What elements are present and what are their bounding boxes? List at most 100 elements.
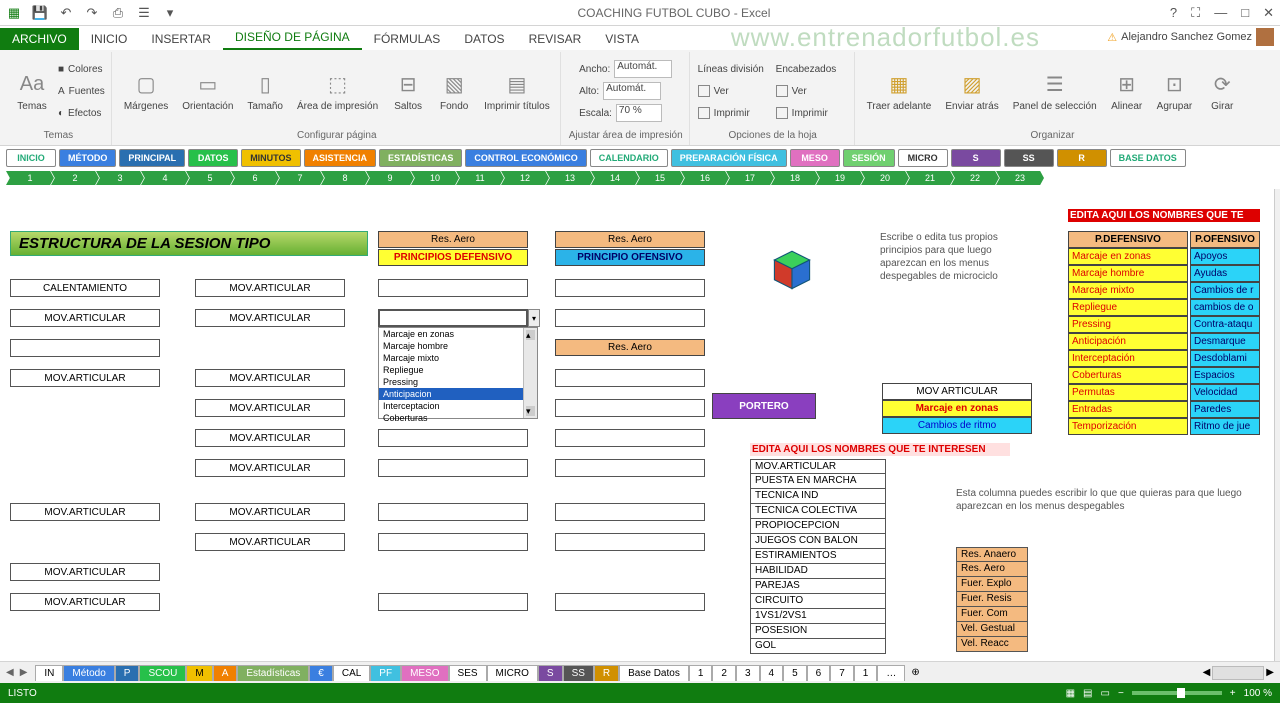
- save-icon[interactable]: 💾: [32, 5, 48, 21]
- sheet-tab[interactable]: IN: [35, 665, 63, 681]
- mov-articular-cell[interactable]: MOV.ARTICULAR: [10, 309, 160, 327]
- sheet-tab[interactable]: 1: [854, 665, 878, 681]
- yellow-cell[interactable]: [378, 503, 528, 521]
- app-tab[interactable]: CALENDARIO: [590, 149, 668, 167]
- mov-articular-cell[interactable]: MOV.ARTICULAR: [10, 369, 160, 387]
- num-cell[interactable]: 19: [816, 171, 864, 185]
- headings-print-check[interactable]: Imprimir: [776, 103, 848, 123]
- zoom-slider[interactable]: [1132, 691, 1222, 695]
- redo-icon[interactable]: ↷: [84, 5, 100, 21]
- cyan-cell[interactable]: [555, 533, 705, 551]
- mov-articular-cell[interactable]: MOV.ARTICULAR: [195, 399, 345, 417]
- qat-dropdown-icon[interactable]: ▾: [162, 5, 178, 21]
- app-tab[interactable]: S: [951, 149, 1001, 167]
- view-normal-icon[interactable]: ▦: [1066, 688, 1075, 699]
- zoom-in-icon[interactable]: +: [1230, 688, 1236, 699]
- hscroll-left[interactable]: ◀: [1203, 667, 1211, 678]
- mov-articular-cell[interactable]: MOV.ARTICULAR: [195, 503, 345, 521]
- app-tab[interactable]: INICIO: [6, 149, 56, 167]
- maximize-icon[interactable]: □: [1241, 5, 1249, 21]
- print-titles-button[interactable]: ▤Imprimir títulos: [480, 69, 554, 114]
- num-cell[interactable]: 8: [321, 171, 369, 185]
- sheet-tab[interactable]: 2: [712, 665, 736, 681]
- cyan-cell[interactable]: [555, 369, 705, 387]
- app-tab[interactable]: ESTADÍSTICAS: [379, 149, 462, 167]
- num-cell[interactable]: 10: [411, 171, 459, 185]
- dropdown-item[interactable]: Coberturas: [379, 412, 537, 424]
- qat-icon[interactable]: ⎙: [110, 5, 126, 21]
- app-tab[interactable]: PREPARACIÓN FÍSICA: [671, 149, 787, 167]
- sheet-tab[interactable]: R: [594, 665, 619, 681]
- num-cell[interactable]: 5: [186, 171, 234, 185]
- fonts-button[interactable]: A Fuentes: [58, 81, 105, 101]
- dropdown-list[interactable]: Marcaje en zonasMarcaje hombreMarcaje mi…: [378, 327, 538, 419]
- sheet-tab[interactable]: MESO: [401, 665, 448, 681]
- num-cell[interactable]: 13: [546, 171, 594, 185]
- yellow-cell[interactable]: [378, 593, 528, 611]
- cyan-cell[interactable]: [555, 593, 705, 611]
- sheet-tab[interactable]: 1: [689, 665, 713, 681]
- sheet-tab[interactable]: Método: [63, 665, 114, 681]
- calentamiento-cell[interactable]: CALENTAMIENTO: [10, 279, 160, 297]
- sheet-tab[interactable]: MICRO: [487, 665, 538, 681]
- margins-button[interactable]: ▢Márgenes: [120, 69, 172, 114]
- sheet-tab[interactable]: SCOU: [139, 665, 186, 681]
- group-button[interactable]: ⊡Agrupar: [1153, 69, 1197, 114]
- sheet-tab[interactable]: CAL: [333, 665, 370, 681]
- colors-button[interactable]: ■ Colores: [58, 59, 105, 79]
- sheet-tab[interactable]: 6: [807, 665, 831, 681]
- dropdown-item[interactable]: Interceptacion: [379, 400, 537, 412]
- cyan-cell[interactable]: [555, 503, 705, 521]
- dropdown-item[interactable]: Pressing: [379, 376, 537, 388]
- tab-home[interactable]: INICIO: [79, 28, 140, 50]
- portero-cell[interactable]: PORTERO: [712, 393, 816, 419]
- effects-button[interactable]: ◐ Efectos: [58, 103, 105, 123]
- num-cell[interactable]: 18: [771, 171, 819, 185]
- app-tab[interactable]: MINUTOS: [241, 149, 300, 167]
- sheet-tab[interactable]: M: [186, 665, 212, 681]
- sheet-tab[interactable]: A: [213, 665, 238, 681]
- sheet-nav-prev[interactable]: ◀: [6, 667, 14, 678]
- dropdown-arrow-icon[interactable]: ▾: [528, 309, 540, 327]
- app-tab[interactable]: SESIÓN: [843, 149, 895, 167]
- yellow-cell-active[interactable]: [378, 309, 528, 327]
- gridlines-view-check[interactable]: Ver: [698, 81, 770, 101]
- cyan-cell[interactable]: [555, 459, 705, 477]
- app-tab[interactable]: SS: [1004, 149, 1054, 167]
- height-select[interactable]: Automát.: [603, 82, 661, 100]
- tab-page-layout[interactable]: DISEÑO DE PÁGINA: [223, 26, 362, 50]
- orientation-button[interactable]: ▭Orientación: [178, 69, 237, 114]
- view-break-icon[interactable]: ▭: [1101, 688, 1110, 699]
- num-cell[interactable]: 17: [726, 171, 774, 185]
- dropdown-item[interactable]: Repliegue: [379, 364, 537, 376]
- sheet-tab[interactable]: PF: [370, 665, 401, 681]
- sheet-tab[interactable]: Estadísticas: [237, 665, 309, 681]
- mov-articular-cell[interactable]: MOV.ARTICULAR: [195, 309, 345, 327]
- sheet-tab[interactable]: 3: [736, 665, 760, 681]
- mov-articular-cell[interactable]: MOV.ARTICULAR: [10, 563, 160, 581]
- cyan-cell[interactable]: [555, 279, 705, 297]
- ribbon-toggle-icon[interactable]: ⛶: [1191, 5, 1200, 21]
- num-cell[interactable]: 22: [951, 171, 999, 185]
- num-cell[interactable]: 7: [276, 171, 324, 185]
- mov-articular-cell[interactable]: MOV.ARTICULAR: [10, 503, 160, 521]
- qat-icon[interactable]: ☰: [136, 5, 152, 21]
- num-cell[interactable]: 2: [51, 171, 99, 185]
- send-back-button[interactable]: ▨Enviar atrás: [941, 69, 1002, 114]
- sheet-tab[interactable]: €: [309, 665, 333, 681]
- add-sheet-button[interactable]: ⊕: [905, 667, 925, 678]
- view-layout-icon[interactable]: ▤: [1083, 688, 1092, 699]
- tab-review[interactable]: REVISAR: [517, 28, 594, 50]
- num-cell[interactable]: 20: [861, 171, 909, 185]
- align-button[interactable]: ⊞Alinear: [1107, 69, 1147, 114]
- yellow-cell[interactable]: [378, 533, 528, 551]
- num-cell[interactable]: 3: [96, 171, 144, 185]
- num-cell[interactable]: 23: [996, 171, 1044, 185]
- mov-articular-cell[interactable]: MOV.ARTICULAR: [195, 533, 345, 551]
- mov-articular-cell[interactable]: MOV.ARTICULAR: [195, 459, 345, 477]
- app-tab[interactable]: CONTROL ECONÓMICO: [465, 149, 586, 167]
- num-cell[interactable]: 1: [6, 171, 54, 185]
- dropdown-item[interactable]: Marcaje hombre: [379, 340, 537, 352]
- sheet-tab[interactable]: 7: [830, 665, 854, 681]
- app-tab[interactable]: ASISTENCIA: [304, 149, 377, 167]
